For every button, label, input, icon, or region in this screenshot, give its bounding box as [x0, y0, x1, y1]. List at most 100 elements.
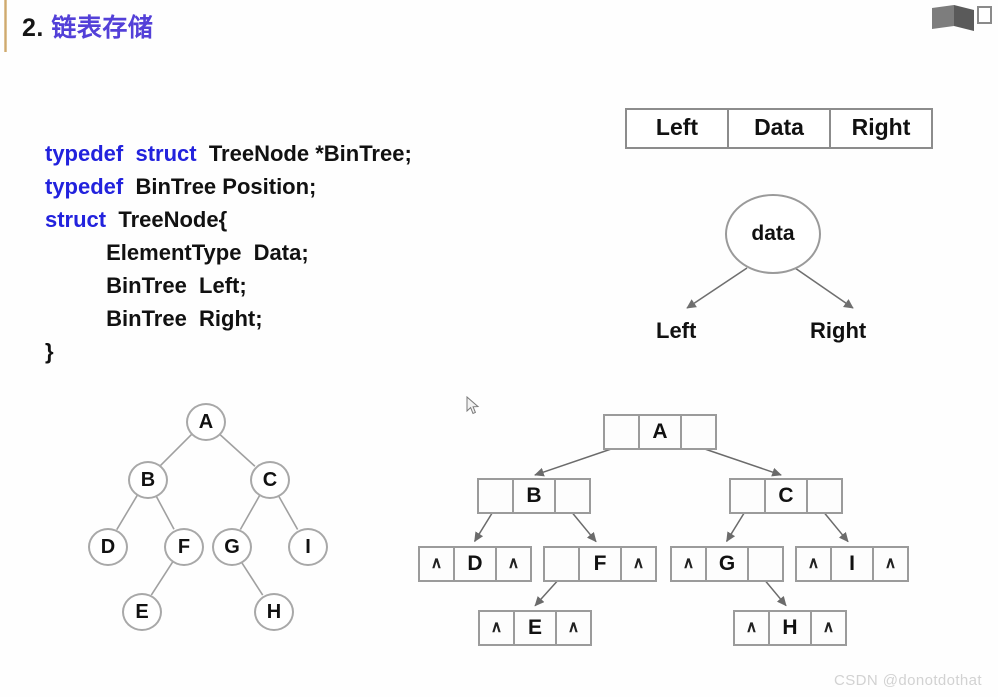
data-cell: I: [832, 548, 874, 580]
link-arrow: [821, 509, 849, 543]
data-cell: E: [515, 612, 557, 644]
left-pointer-cell: [731, 480, 766, 512]
code-keyword: typedef: [45, 174, 124, 199]
null-pointer-mark: ∧: [507, 555, 520, 572]
right-pointer-cell: ∧: [874, 548, 907, 580]
slide-canvas: 2. 链表存储 typedef struct TreeNode *BinTree…: [0, 0, 998, 697]
code-line-4: ElementType Data;: [45, 240, 309, 265]
null-pointer-mark: ∧: [822, 619, 835, 636]
book-icon: [932, 5, 992, 31]
linked-node-f: F ∧: [543, 546, 657, 582]
left-pointer-cell: [605, 416, 640, 448]
right-pointer-cell: [556, 480, 589, 512]
tree-node-label: H: [266, 600, 282, 623]
code-text: TreeNode{: [106, 207, 228, 232]
data-cell: C: [766, 480, 808, 512]
null-pointer-mark: ∧: [884, 555, 897, 572]
code-line-2: typedef BinTree Position;: [45, 174, 316, 199]
tree-node-label: B: [140, 468, 156, 491]
data-cell: D: [455, 548, 497, 580]
left-pointer-cell: ∧: [672, 548, 707, 580]
code-keyword: struct: [45, 207, 107, 232]
code-line-5: BinTree Left;: [45, 273, 247, 298]
left-edge-accent-bar: [4, 0, 7, 52]
right-pointer-cell: ∧: [622, 548, 655, 580]
left-pointer-cell: [479, 480, 514, 512]
linked-node-i: ∧ I ∧: [795, 546, 909, 582]
right-pointer-cell: ∧: [497, 548, 530, 580]
link-arrow: [569, 509, 597, 543]
code-text: TreeNode *BinTree;: [196, 141, 412, 166]
node-layout-table: Left Data Right: [625, 108, 933, 149]
cell-data: Data: [729, 110, 831, 147]
cell-right: Right: [851, 114, 911, 140]
node-concept-diagram: data Left Right: [625, 190, 935, 365]
page-title: 2. 链表存储: [22, 8, 153, 44]
right-pointer-cell: [808, 480, 841, 512]
tree-node-c: C: [250, 461, 290, 499]
link-arrow: [725, 509, 747, 543]
left-pointer-cell: ∧: [480, 612, 515, 644]
code-block: typedef struct TreeNode *BinTree; typede…: [45, 104, 412, 401]
right-pointer-cell: [749, 548, 782, 580]
code-line-6: BinTree Right;: [45, 306, 263, 331]
null-pointer-mark: ∧: [807, 555, 820, 572]
linked-node-h: ∧ H ∧: [733, 610, 847, 646]
label-left: Left: [656, 318, 697, 343]
linked-node-c: C: [729, 478, 843, 514]
linked-node-d: ∧ D ∧: [418, 546, 532, 582]
link-arrow: [695, 445, 782, 477]
linked-node-g: ∧ G: [670, 546, 784, 582]
linked-node-a: A: [603, 414, 717, 450]
code-line-3: struct TreeNode{: [45, 207, 227, 232]
data-cell: H: [770, 612, 812, 644]
code-line-1: typedef struct TreeNode *BinTree;: [45, 141, 412, 166]
tree-node-label: I: [305, 535, 311, 558]
title-text: 链表存储: [51, 14, 154, 42]
code-keyword: typedef struct: [45, 141, 197, 166]
data-cell: F: [580, 548, 622, 580]
linked-node-b: B: [477, 478, 591, 514]
link-arrow: [762, 577, 787, 607]
link-arrow: [473, 509, 495, 543]
code-text: BinTree Position;: [123, 174, 317, 199]
cell-left: Left: [627, 110, 729, 147]
tree-node-label: G: [224, 535, 240, 558]
code-text: }: [45, 339, 54, 364]
left-pointer-cell: ∧: [797, 548, 832, 580]
tree-node-label: D: [100, 535, 116, 558]
right-pointer-cell: [682, 416, 715, 448]
code-text: ElementType Data;: [106, 240, 309, 265]
tree-node-label: A: [198, 410, 214, 433]
data-cell: B: [514, 480, 556, 512]
tree-node-label: E: [135, 600, 149, 623]
null-pointer-mark: ∧: [490, 619, 503, 636]
data-cell: G: [707, 548, 749, 580]
tree-node-h: H: [254, 593, 294, 631]
tree-node-label: C: [262, 468, 278, 491]
mouse-cursor-icon: [466, 396, 480, 415]
left-pointer-cell: ∧: [735, 612, 770, 644]
data-cell: A: [640, 416, 682, 448]
code-text: BinTree Right;: [106, 306, 263, 331]
right-pointer-cell: ∧: [812, 612, 845, 644]
left-pointer-cell: [545, 548, 580, 580]
linked-node-e: ∧ E ∧: [478, 610, 592, 646]
null-pointer-mark: ∧: [567, 619, 580, 636]
tree-node-d: D: [88, 528, 128, 566]
watermark: CSDN @donotdothat: [834, 672, 982, 689]
null-pointer-mark: ∧: [632, 555, 645, 572]
data-circle-node: data: [725, 194, 821, 274]
left-pointer-cell: ∧: [420, 548, 455, 580]
label-right: Right: [810, 318, 867, 343]
tree-node-f: F: [164, 528, 204, 566]
tree-node-b: B: [128, 461, 168, 499]
tree-node-label: F: [177, 535, 191, 558]
null-pointer-mark: ∧: [430, 555, 443, 572]
tree-node-a: A: [186, 403, 226, 441]
code-text: BinTree Left;: [106, 273, 247, 298]
code-line-7: }: [45, 339, 54, 364]
null-pointer-mark: ∧: [682, 555, 695, 572]
title-number: 2.: [22, 14, 44, 42]
tree-node-g: G: [212, 528, 252, 566]
